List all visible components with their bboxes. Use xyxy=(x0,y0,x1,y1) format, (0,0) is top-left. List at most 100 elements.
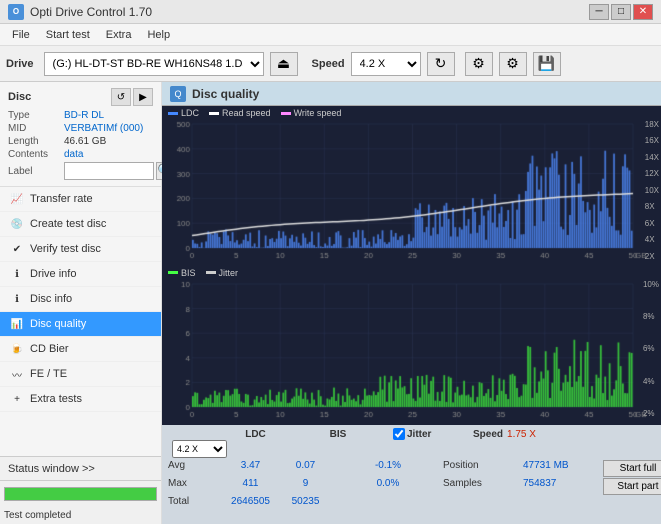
disc-section: Disc ↺ ▶ Type BD-R DL MID VERBATIMf (000… xyxy=(0,82,161,187)
refresh-button[interactable]: ↻ xyxy=(427,52,455,76)
read-speed-legend-text: Read speed xyxy=(222,108,271,118)
jitter-legend-text: Jitter xyxy=(219,268,239,278)
total-label: Total xyxy=(168,496,223,507)
sidebar: Disc ↺ ▶ Type BD-R DL MID VERBATIMf (000… xyxy=(0,82,162,524)
stats-panel: LDC BIS Jitter Speed 1.75 X 4.2 X Avg 3.… xyxy=(162,424,661,524)
legend-bis: BIS xyxy=(168,268,196,278)
sidebar-progress-bar xyxy=(0,480,161,506)
disc-info-icon: ℹ xyxy=(10,292,24,306)
samples-value: 754837 xyxy=(523,478,603,495)
settings-button2[interactable]: ⚙ xyxy=(499,52,527,76)
quality-icon: Q xyxy=(170,86,186,102)
status-text-bar: Test completed xyxy=(0,506,161,524)
total-row: Total 2646505 50235 xyxy=(168,496,655,507)
samples-label: Samples xyxy=(443,478,523,495)
max-label: Max xyxy=(168,478,223,495)
write-speed-legend-text: Write speed xyxy=(294,108,342,118)
sidebar-item-cd-bier[interactable]: 🍺 CD Bier xyxy=(0,337,161,362)
sidebar-item-label-cd-bier: CD Bier xyxy=(30,343,69,355)
stats-header-row: LDC BIS Jitter Speed 1.75 X 4.2 X xyxy=(168,428,655,458)
bis-total: 50235 xyxy=(278,496,333,507)
drive-select[interactable]: (G:) HL-DT-ST BD-RE WH16NS48 1.D3 xyxy=(44,52,264,76)
avg-label: Avg xyxy=(168,460,223,477)
stats-ldc-header: LDC xyxy=(228,429,283,440)
sidebar-item-fe-te[interactable]: 〰 FE / TE xyxy=(0,362,161,387)
ldc-total: 2646505 xyxy=(223,496,278,507)
sidebar-item-create-test-disc[interactable]: 💿 Create test disc xyxy=(0,212,161,237)
main-content: Q Disc quality LDC Read speed Write spee… xyxy=(162,82,661,524)
sidebar-item-label-extra-tests: Extra tests xyxy=(30,393,82,405)
progress-bar-fill xyxy=(5,488,156,500)
start-part-button[interactable]: Start part xyxy=(603,478,661,495)
bottom-chart-canvas xyxy=(162,266,661,425)
drive-info-icon: ℹ xyxy=(10,267,24,281)
sidebar-item-extra-tests[interactable]: + Extra tests xyxy=(0,387,161,412)
jitter-avg: -0.1% xyxy=(333,460,443,477)
legend-ldc: LDC xyxy=(168,108,199,118)
sidebar-menu: 📈 Transfer rate 💿 Create test disc ✔ Ver… xyxy=(0,187,161,456)
speed-header: Speed xyxy=(473,429,503,440)
disc-quality-icon: 📊 xyxy=(10,317,24,331)
app-icon: O xyxy=(8,4,24,20)
position-label: Position xyxy=(443,460,523,477)
menu-extra[interactable]: Extra xyxy=(98,27,140,43)
disc-icon-btn2[interactable]: ▶ xyxy=(133,88,153,106)
status-window-bar: Status window >> xyxy=(0,456,161,480)
speed-dropdown[interactable]: 4.2 X xyxy=(172,440,227,458)
bis-legend-dot xyxy=(168,271,178,274)
ldc-avg: 3.47 xyxy=(223,460,278,477)
type-value: BD-R DL xyxy=(64,110,104,121)
status-window-label[interactable]: Status window >> xyxy=(8,463,95,475)
legend-write-speed: Write speed xyxy=(281,108,342,118)
sidebar-item-disc-info[interactable]: ℹ Disc info xyxy=(0,287,161,312)
jitter-checkbox[interactable] xyxy=(393,428,405,440)
transfer-rate-icon: 📈 xyxy=(10,192,24,206)
disc-section-title: Disc xyxy=(8,91,31,103)
bis-legend-text: BIS xyxy=(181,268,196,278)
quality-header: Q Disc quality xyxy=(162,82,661,106)
sidebar-item-disc-quality[interactable]: 📊 Disc quality xyxy=(0,312,161,337)
label-label: Label xyxy=(8,166,64,177)
legend-jitter: Jitter xyxy=(206,268,239,278)
disc-icon-btn1[interactable]: ↺ xyxy=(111,88,131,106)
settings-button1[interactable]: ⚙ xyxy=(465,52,493,76)
type-label: Type xyxy=(8,110,64,121)
ldc-legend-text: LDC xyxy=(181,108,199,118)
drive-toolbar: Drive (G:) HL-DT-ST BD-RE WH16NS48 1.D3 … xyxy=(0,46,661,82)
bottom-chart-area: BIS Jitter 10% 8% 6% 4% 2% xyxy=(162,266,661,425)
contents-label: Contents xyxy=(8,149,64,160)
bis-avg: 0.07 xyxy=(278,460,333,477)
cd-bier-icon: 🍺 xyxy=(10,342,24,356)
length-label: Length xyxy=(8,136,64,147)
sidebar-item-verify-test-disc[interactable]: ✔ Verify test disc xyxy=(0,237,161,262)
drive-label: Drive xyxy=(6,58,34,70)
label-input[interactable] xyxy=(64,162,154,180)
speed-area: Speed 1.75 X xyxy=(473,429,543,440)
eject-button[interactable]: ⏏ xyxy=(270,52,298,76)
bis-max: 9 xyxy=(278,478,333,495)
top-chart-canvas xyxy=(162,106,661,266)
write-speed-legend-dot xyxy=(281,112,291,115)
sidebar-item-drive-info[interactable]: ℹ Drive info xyxy=(0,262,161,287)
menu-start-test[interactable]: Start test xyxy=(38,27,98,43)
sidebar-item-label-transfer-rate: Transfer rate xyxy=(30,193,93,205)
jitter-label: Jitter xyxy=(407,429,431,440)
sidebar-item-transfer-rate[interactable]: 📈 Transfer rate xyxy=(0,187,161,212)
menu-help[interactable]: Help xyxy=(139,27,178,43)
mid-label: MID xyxy=(8,123,64,134)
minimize-button[interactable]: ─ xyxy=(589,4,609,20)
sidebar-item-label-fe-te: FE / TE xyxy=(30,368,67,380)
start-full-button[interactable]: Start full xyxy=(603,460,661,477)
ldc-max: 411 xyxy=(223,478,278,495)
save-button[interactable]: 💾 xyxy=(533,52,561,76)
maximize-button[interactable]: □ xyxy=(611,4,631,20)
top-legend: LDC Read speed Write speed xyxy=(168,108,341,118)
progress-bar-container xyxy=(4,487,157,501)
speed-select[interactable]: 4.2 X xyxy=(351,52,421,76)
close-button[interactable]: ✕ xyxy=(633,4,653,20)
jitter-checkbox-area: Jitter xyxy=(393,428,473,440)
window-title: Opti Drive Control 1.70 xyxy=(30,5,152,19)
speed-value: 1.75 X xyxy=(507,429,536,440)
menu-file[interactable]: File xyxy=(4,27,38,43)
jitter-legend-dot xyxy=(206,271,216,274)
